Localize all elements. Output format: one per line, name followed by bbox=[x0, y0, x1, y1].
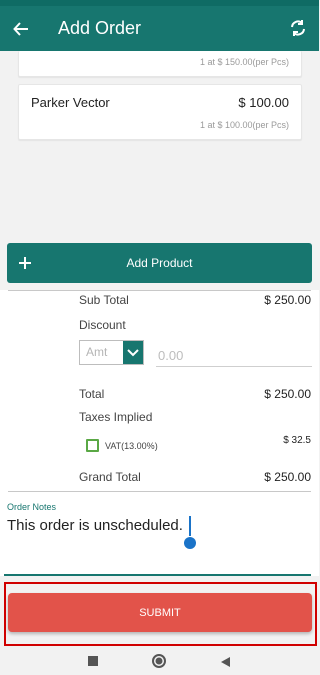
product-detail: 1 at $ 150.00(per Pcs) bbox=[199, 57, 289, 67]
grand-total-value: $ 250.00 bbox=[264, 470, 311, 484]
grand-total-label: Grand Total bbox=[79, 470, 141, 484]
chevron-down-icon bbox=[123, 341, 143, 364]
order-notes-field[interactable]: Order Notes This order is unscheduled. bbox=[0, 492, 319, 576]
back-icon[interactable] bbox=[219, 655, 231, 667]
product-name: Parker Vector bbox=[31, 95, 110, 110]
app-bar: Add Order bbox=[0, 6, 319, 51]
text-cursor bbox=[189, 516, 191, 536]
input-underline bbox=[4, 574, 311, 576]
system-nav-bar bbox=[0, 646, 319, 675]
sub-total-label: Sub Total bbox=[79, 293, 129, 307]
product-card[interactable]: 1 at $ 150.00(per Pcs) bbox=[18, 51, 302, 77]
product-price: $ 100.00 bbox=[238, 95, 289, 110]
discount-type-placeholder: Amt bbox=[86, 345, 108, 359]
order-notes-caption: Order Notes bbox=[7, 502, 57, 512]
vat-value: $ 32.5 bbox=[283, 435, 311, 446]
home-icon[interactable] bbox=[151, 653, 167, 669]
product-detail: 1 at $ 100.00(per Pcs) bbox=[199, 120, 289, 130]
discount-type-select[interactable]: Amt bbox=[79, 340, 144, 365]
page-title: Add Order bbox=[58, 18, 142, 38]
add-product-label: Add Product bbox=[126, 256, 193, 270]
divider bbox=[8, 290, 311, 291]
total-value: $ 250.00 bbox=[264, 387, 311, 401]
vat-checkbox[interactable] bbox=[86, 439, 99, 452]
discount-amount-input[interactable]: 0.00 bbox=[156, 345, 312, 367]
cursor-handle[interactable] bbox=[184, 537, 196, 549]
discount-label: Discount bbox=[79, 318, 126, 332]
vat-label: VAT(13.00%) bbox=[105, 441, 158, 451]
product-card[interactable]: Parker Vector $ 100.00 1 at $ 100.00(per… bbox=[18, 84, 302, 140]
add-product-button[interactable]: Add Product bbox=[7, 243, 312, 283]
taxes-label: Taxes Implied bbox=[79, 410, 153, 424]
recent-apps-icon[interactable] bbox=[88, 656, 98, 666]
order-notes-input[interactable]: This order is unscheduled. bbox=[7, 517, 183, 534]
sync-icon[interactable] bbox=[288, 18, 308, 38]
arrow-left-icon[interactable] bbox=[11, 19, 31, 39]
total-label: Total bbox=[79, 387, 105, 401]
sub-total-value: $ 250.00 bbox=[264, 293, 311, 307]
submit-button[interactable]: SUBMIT bbox=[8, 593, 312, 632]
